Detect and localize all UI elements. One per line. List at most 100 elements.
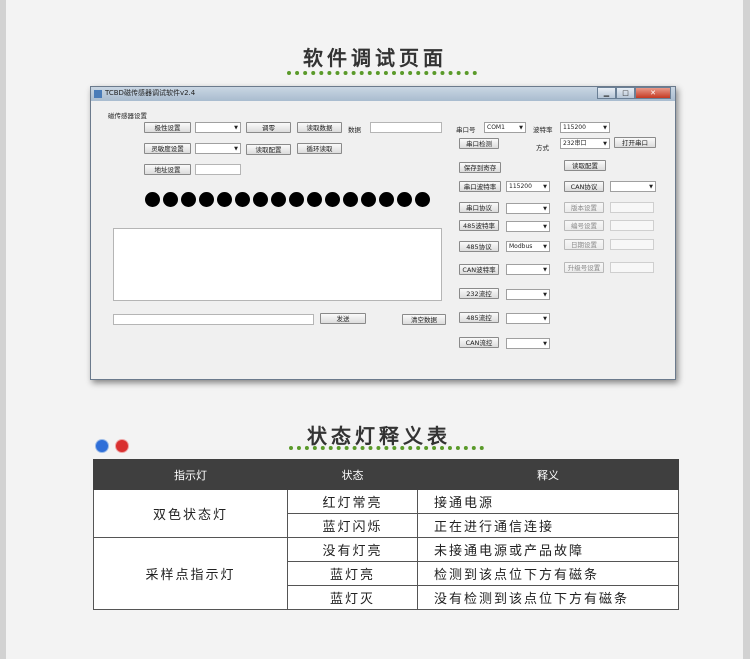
mode-select[interactable]: 232串口 ▼ — [560, 138, 610, 149]
sampling-led — [217, 192, 232, 207]
sampling-led — [343, 192, 358, 207]
port-label: 串口号 — [456, 126, 476, 134]
rs485-baud-select[interactable]: ▼ — [506, 221, 550, 232]
flow232-button[interactable]: 232流控 — [459, 288, 499, 299]
rs485-protocol-button[interactable]: 485协议 — [459, 241, 499, 252]
state-cell: 红灯常亮 — [287, 489, 418, 514]
flow485-select[interactable]: ▼ — [506, 313, 550, 324]
flow232-select[interactable]: ▼ — [506, 289, 550, 300]
rs485-baud-button[interactable]: 485波特率 — [459, 220, 499, 231]
open-port-button[interactable]: 打开串口 — [614, 137, 656, 148]
rs485-protocol-select[interactable]: Modbus ▼ — [506, 241, 550, 252]
baud-select[interactable]: 115200 ▼ — [560, 122, 610, 133]
send-button[interactable]: 发送 — [320, 313, 366, 324]
sensitivity-button[interactable]: 灵敏度设置 — [144, 143, 191, 154]
date-field[interactable] — [610, 239, 654, 250]
chevron-down-icon: ▼ — [543, 224, 547, 230]
flow485-button[interactable]: 485流控 — [459, 312, 499, 323]
chevron-down-icon: ▼ — [649, 184, 653, 190]
address-field[interactable] — [195, 164, 241, 175]
sampling-leds — [145, 192, 430, 207]
version-button[interactable]: 版本设置 — [564, 202, 604, 213]
read-data-button[interactable]: 读取数据 — [297, 122, 342, 133]
sampling-led — [181, 192, 196, 207]
address-button[interactable]: 地址设置 — [144, 164, 191, 175]
title-dots — [287, 71, 477, 75]
can-flow-select[interactable]: ▼ — [506, 338, 550, 349]
uart-protocol-button[interactable]: 串口协议 — [459, 202, 499, 213]
minimize-button[interactable]: ▁ — [597, 87, 616, 99]
send-input[interactable] — [113, 314, 314, 325]
sampling-led — [253, 192, 268, 207]
data-label: 数据 — [348, 126, 361, 134]
read-config-button-2[interactable]: 读取配置 — [564, 160, 606, 171]
meaning-cell: 未接通电源或产品故障 — [417, 537, 679, 562]
uart-protocol-select[interactable]: ▼ — [506, 203, 550, 214]
sampling-led — [163, 192, 178, 207]
save-register-button[interactable]: 保存到寄存 — [459, 162, 501, 173]
chevron-down-icon: ▼ — [543, 267, 547, 273]
sampling-led — [361, 192, 376, 207]
state-cell: 蓝灯闪烁 — [287, 513, 418, 538]
sampling-led — [289, 192, 304, 207]
app-window: TCBD磁传感器调试软件v2.4 ▁ □ ✕ 磁传感器设置 极性设置 ▼ 调零 … — [90, 86, 676, 380]
date-button[interactable]: 日期设置 — [564, 239, 604, 250]
chevron-down-icon: ▼ — [603, 125, 607, 131]
sampling-led — [397, 192, 412, 207]
chevron-down-icon: ▼ — [543, 206, 547, 212]
state-cell: 蓝灯灭 — [287, 585, 418, 610]
close-button[interactable]: ✕ — [635, 87, 671, 99]
meaning-cell: 检测到该点位下方有磁条 — [417, 561, 679, 586]
header-meaning: 释义 — [417, 459, 679, 490]
serial-no-field[interactable] — [610, 220, 654, 231]
window-title: TCBD磁传感器调试软件v2.4 — [105, 89, 196, 97]
port-detect-button[interactable]: 串口检测 — [459, 138, 499, 149]
sampling-led — [145, 192, 160, 207]
zero-button[interactable]: 调零 — [246, 122, 291, 133]
mode-value: 232串口 — [563, 140, 587, 147]
baud-value: 115200 — [563, 124, 586, 131]
sampling-led — [415, 192, 430, 207]
sampling-led — [325, 192, 340, 207]
clear-data-button[interactable]: 清空数据 — [402, 314, 446, 325]
title-dots — [289, 446, 484, 450]
chevron-down-icon: ▼ — [543, 244, 547, 250]
log-box[interactable] — [113, 228, 442, 301]
header-status: 状态 — [287, 459, 418, 490]
data-field[interactable] — [370, 122, 442, 133]
upgrade-button[interactable]: 升级号设置 — [564, 262, 604, 273]
can-baud-button[interactable]: CAN波特率 — [459, 264, 499, 275]
port-select[interactable]: COM1 ▼ — [484, 122, 526, 133]
chevron-down-icon: ▼ — [543, 292, 547, 298]
serial-no-button[interactable]: 编号设置 — [564, 220, 604, 231]
uart-baud-button[interactable]: 串口波特率 — [459, 181, 501, 192]
state-cell: 蓝灯亮 — [287, 561, 418, 586]
window-titlebar[interactable]: TCBD磁传感器调试软件v2.4 ▁ □ ✕ — [91, 87, 675, 101]
status-legend-table: 指示灯 状态 释义 双色状态灯 红灯常亮 接通电源 蓝灯闪烁 正在进行通信连接 … — [93, 459, 679, 610]
uart-baud-value: 115200 — [509, 183, 532, 190]
chevron-down-icon: ▼ — [234, 146, 238, 152]
polarity-select[interactable]: ▼ — [195, 122, 241, 133]
meaning-cell: 正在进行通信连接 — [417, 513, 679, 538]
can-protocol-select[interactable]: ▼ — [610, 181, 656, 192]
status-table-title: 状态灯释义表 — [307, 424, 451, 448]
sampling-led — [199, 192, 214, 207]
version-field[interactable] — [610, 202, 654, 213]
meaning-cell: 接通电源 — [417, 489, 679, 514]
loop-read-button[interactable]: 循环读取 — [297, 143, 342, 154]
chevron-down-icon: ▼ — [234, 125, 238, 131]
upgrade-field[interactable] — [610, 262, 654, 273]
blue-dot-icon — [96, 440, 108, 452]
sensor-group-label: 磁传感器设置 — [108, 112, 147, 120]
rs485-protocol-value: Modbus — [509, 243, 533, 250]
polarity-button[interactable]: 极性设置 — [144, 122, 191, 133]
uart-baud-select[interactable]: 115200 ▼ — [506, 181, 550, 192]
can-flow-button[interactable]: CAN流控 — [459, 337, 499, 348]
read-config-button[interactable]: 读取配置 — [246, 144, 291, 155]
can-protocol-button[interactable]: CAN协议 — [564, 181, 604, 192]
table-row: 采样点指示灯 没有灯亮 未接通电源或产品故障 — [93, 537, 679, 610]
maximize-button[interactable]: □ — [616, 87, 635, 99]
can-baud-select[interactable]: ▼ — [506, 264, 550, 275]
baud-label: 波特率 — [533, 126, 553, 134]
sensitivity-select[interactable]: ▼ — [195, 143, 241, 154]
